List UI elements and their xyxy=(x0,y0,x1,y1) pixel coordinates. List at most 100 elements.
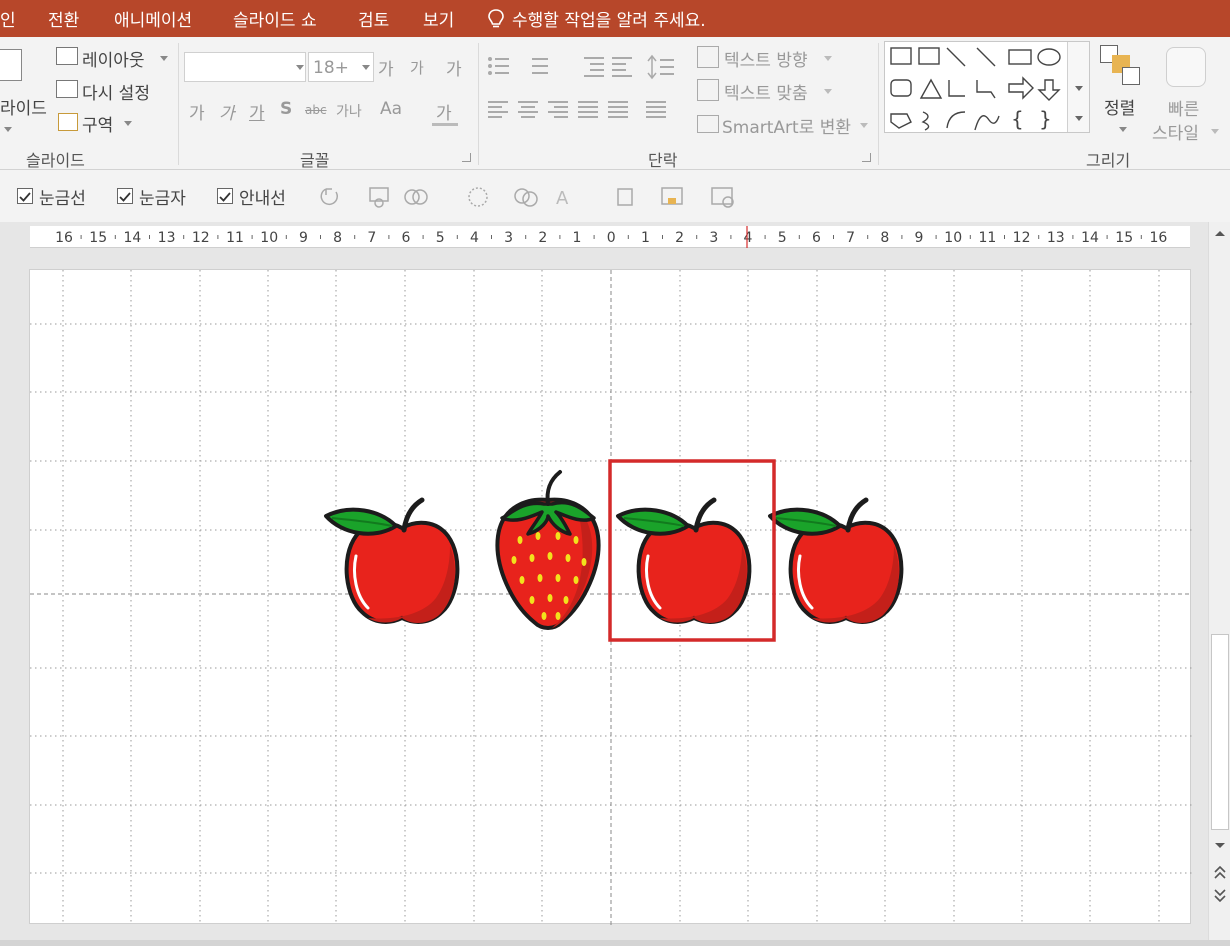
slide[interactable] xyxy=(29,269,1192,925)
more-icon xyxy=(1075,116,1083,121)
layout-icon xyxy=(56,47,78,65)
quick-styles-label-2: 스타일 xyxy=(1152,124,1199,144)
view-options-bar: 눈금선 눈금자 안내선 A xyxy=(0,170,1230,222)
ruler-ticks: 16 15 14 13 12 11 10 9 8 7 6 5 4 3 2 1 0 1 2 3 4 5 6 7 8 9 10 11 12 1… xyxy=(55,226,1167,248)
slide-content xyxy=(30,270,1192,925)
group-divider xyxy=(878,43,879,165)
font-color-button[interactable]: 가 xyxy=(436,99,452,124)
scroll-down-icon[interactable] xyxy=(1214,842,1226,850)
ruler-label: 15 xyxy=(1115,230,1133,246)
ruler-label: 6 xyxy=(402,230,411,246)
ruler-label: 9 xyxy=(299,230,308,246)
chevron-down-icon xyxy=(824,89,832,94)
arrange-label: 정렬 xyxy=(1104,99,1136,119)
ruler-checkbox[interactable] xyxy=(117,188,133,204)
tell-me-text: 수행할 작업을 알려 주세요. xyxy=(512,11,706,31)
apple-3[interactable] xyxy=(770,500,901,623)
ruler-label: 7 xyxy=(367,230,376,246)
ruler-label: 14 xyxy=(1081,230,1099,246)
chevron-down-icon xyxy=(296,65,304,70)
vertical-scrollbar[interactable] xyxy=(1208,222,1230,940)
ruler-corner xyxy=(0,222,30,252)
strawberry[interactable] xyxy=(495,470,601,630)
next-slide-icon[interactable] xyxy=(1214,888,1226,902)
ruler-label: 16 xyxy=(55,230,73,246)
italic-button[interactable]: 가 xyxy=(219,99,235,124)
ruler-label: 2 xyxy=(675,230,684,246)
ruler-label: 1 xyxy=(573,230,582,246)
ruler-label: 4 xyxy=(744,230,753,246)
font-color-bar xyxy=(432,123,458,126)
apple-2[interactable] xyxy=(618,500,749,623)
apple-1[interactable] xyxy=(326,500,457,623)
shadow-button[interactable]: S xyxy=(280,99,292,119)
change-case-button[interactable]: Aa xyxy=(380,99,402,119)
ruler-label: 3 xyxy=(504,230,513,246)
tab-review[interactable]: 검토 xyxy=(358,6,389,31)
ruler-label: 10 xyxy=(260,230,278,246)
svg-text:}: } xyxy=(1039,107,1052,131)
slide-editing-area[interactable] xyxy=(0,250,1208,940)
tab-slide-show[interactable]: 슬라이드 쇼 xyxy=(233,6,317,31)
ruler-label: 2 xyxy=(538,230,547,246)
decrease-font-button[interactable]: 가 xyxy=(410,57,424,78)
strikethrough-button[interactable]: abc xyxy=(305,103,327,117)
group-divider xyxy=(478,43,479,165)
section-label: 구역 xyxy=(82,116,114,136)
ruler-label: 11 xyxy=(226,230,244,246)
ruler-label: 14 xyxy=(123,230,141,246)
ruler-label: 3 xyxy=(709,230,718,246)
ruler-label: 6 xyxy=(812,230,821,246)
group-label-font: 글꼴 xyxy=(300,151,330,170)
new-slide-icon xyxy=(0,49,22,81)
gridlines-checkbox[interactable] xyxy=(17,188,33,204)
text-direction-icon xyxy=(697,46,719,68)
quick-styles-icon xyxy=(1166,47,1206,87)
group-divider xyxy=(178,43,179,165)
gallery-scrollbar[interactable] xyxy=(1067,42,1089,132)
ruler-label: 12 xyxy=(192,230,210,246)
bold-button[interactable]: 가 xyxy=(189,99,205,124)
tab-transitions[interactable]: 전환 xyxy=(48,6,79,31)
ruler-label: 5 xyxy=(778,230,787,246)
paragraph-align-icons xyxy=(488,101,666,118)
previous-slide-icon[interactable] xyxy=(1214,866,1226,880)
shapes-icons: { } xyxy=(890,47,1061,131)
tab-view[interactable]: 보기 xyxy=(423,6,454,31)
ruler-label: 눈금자 xyxy=(139,189,186,209)
tab-design[interactable]: 인 xyxy=(0,6,16,31)
powerpoint-window: 인 전환 애니메이션 슬라이드 쇼 검토 보기 수행할 작업을 알려 주세요. … xyxy=(0,0,1230,946)
reset-icon xyxy=(56,80,78,98)
ruler-label: 9 xyxy=(915,230,924,246)
shape-gallery[interactable]: { } xyxy=(884,41,1090,133)
ruler-label: 10 xyxy=(944,230,962,246)
underline-button[interactable]: 가 xyxy=(249,99,265,124)
section-icon xyxy=(58,113,78,131)
smartart-label: SmartArt로 변환 xyxy=(722,118,852,138)
checkmark-icon xyxy=(219,192,231,202)
layout-label: 레이아웃 xyxy=(82,51,145,71)
ruler-label: 8 xyxy=(880,230,889,246)
font-name-input[interactable] xyxy=(184,52,306,82)
lightbulb-icon xyxy=(488,9,504,28)
align-text-label: 텍스트 맞춤 xyxy=(724,84,808,104)
ruler-label: 15 xyxy=(89,230,107,246)
text-direction-label: 텍스트 방향 xyxy=(724,51,808,71)
checkmark-icon xyxy=(19,192,31,202)
ruler-label: 1 xyxy=(641,230,650,246)
group-label-paragraph: 단락 xyxy=(648,151,678,170)
clear-formatting-button[interactable]: 가 xyxy=(446,55,462,80)
scrollbar-thumb[interactable] xyxy=(1211,634,1229,830)
ruler-label: 8 xyxy=(333,230,342,246)
ruler-label: 16 xyxy=(1149,230,1167,246)
horizontal-ruler[interactable]: 16 15 14 13 12 11 10 9 8 7 6 5 4 3 2 1 0 1 2 3 4 5 6 7 8 9 10 11 12 1… xyxy=(30,226,1190,248)
chevron-down-icon xyxy=(160,56,168,61)
dialog-launcher-icon[interactable] xyxy=(862,153,871,162)
scroll-up-icon[interactable] xyxy=(1214,229,1226,237)
dialog-launcher-icon[interactable] xyxy=(462,153,471,162)
guides-checkbox[interactable] xyxy=(217,188,233,204)
character-spacing-button[interactable]: 가나 xyxy=(336,101,362,121)
increase-font-button[interactable]: 가 xyxy=(378,55,394,80)
smartart-icon xyxy=(697,115,719,133)
tab-animations[interactable]: 애니메이션 xyxy=(114,6,192,31)
